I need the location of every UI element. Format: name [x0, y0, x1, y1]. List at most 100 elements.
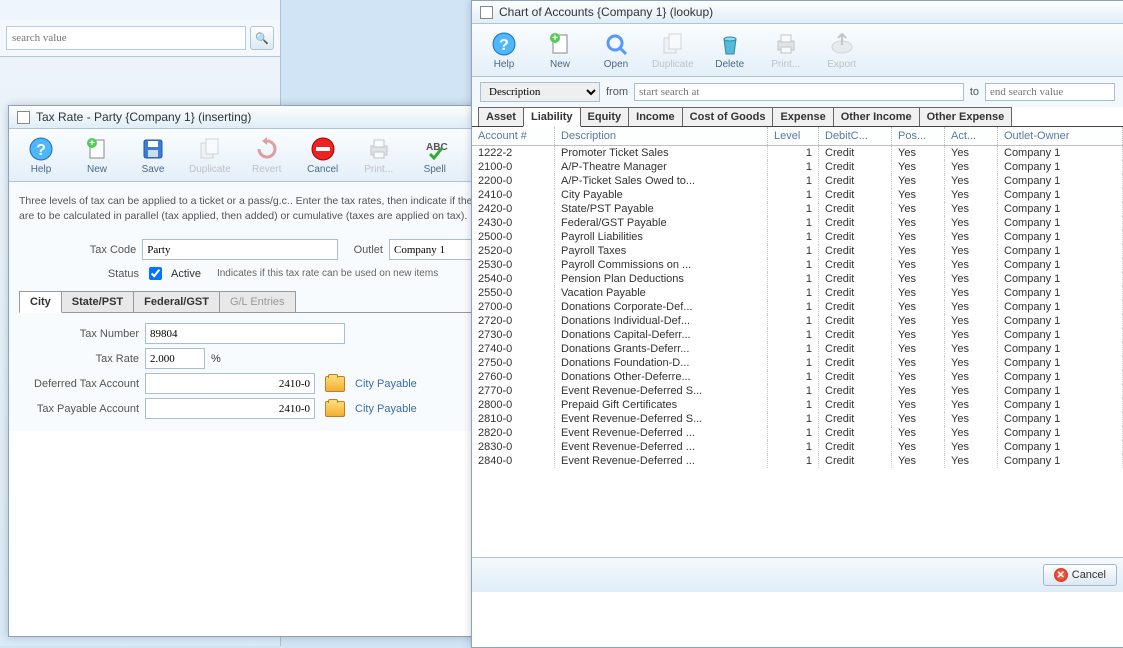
- svg-text:+: +: [552, 33, 558, 44]
- tab-cost-of-goods[interactable]: Cost of Goods: [682, 107, 774, 126]
- table-row[interactable]: 2830-0Event Revenue-Deferred ...1CreditY…: [472, 440, 1123, 454]
- coa-title: Chart of Accounts {Company 1} (lookup): [499, 5, 713, 19]
- print--button: Print...: [355, 133, 403, 177]
- payable-input[interactable]: [145, 398, 315, 419]
- help-button[interactable]: ?Help: [480, 28, 528, 72]
- to-label: to: [970, 86, 979, 98]
- tab-city[interactable]: City: [19, 291, 62, 313]
- folder-icon[interactable]: [325, 401, 345, 417]
- tax-number-input[interactable]: [145, 323, 345, 344]
- duplicate-button: Duplicate: [185, 133, 235, 177]
- percent-label: %: [211, 353, 221, 365]
- table-row[interactable]: 2720-0Donations Individual-Def...1Credit…: [472, 314, 1123, 328]
- table-row[interactable]: 2530-0Payroll Commissions on ...1CreditY…: [472, 258, 1123, 272]
- table-row[interactable]: 2100-0A/P-Theatre Manager1CreditYesYesCo…: [472, 160, 1123, 174]
- table-row[interactable]: 2800-0Prepaid Gift Certificates1CreditYe…: [472, 398, 1123, 412]
- deferred-input[interactable]: [145, 373, 315, 394]
- account-grid[interactable]: Account #DescriptionLevelDebitC...Pos...…: [472, 127, 1123, 557]
- tax-code-label: Tax Code: [19, 244, 136, 256]
- svg-text:?: ?: [36, 142, 46, 159]
- new-button[interactable]: +New: [536, 28, 584, 72]
- col-header[interactable]: Outlet-Owner: [998, 127, 1123, 146]
- tax-rate-input[interactable]: [145, 348, 205, 369]
- tab-state-pst[interactable]: State/PST: [61, 291, 134, 312]
- delete-icon: [716, 30, 744, 58]
- duplicate-icon: [659, 30, 687, 58]
- new-button[interactable]: +New: [73, 133, 121, 177]
- open-icon: [602, 30, 630, 58]
- tab-g-l-entries[interactable]: G/L Entries: [219, 291, 296, 312]
- from-label: from: [606, 86, 628, 98]
- table-row[interactable]: 1222-2Promoter Ticket Sales1CreditYesYes…: [472, 146, 1123, 161]
- table-row[interactable]: 2430-0Federal/GST Payable1CreditYesYesCo…: [472, 216, 1123, 230]
- table-row[interactable]: 2810-0Event Revenue-Deferred S...1Credit…: [472, 412, 1123, 426]
- to-input[interactable]: [985, 83, 1115, 101]
- tab-equity[interactable]: Equity: [580, 107, 630, 126]
- new-icon: +: [83, 135, 111, 163]
- duplicate-button: Duplicate: [648, 28, 698, 72]
- table-row[interactable]: 2730-0Donations Capital-Deferr...1Credit…: [472, 328, 1123, 342]
- table-row[interactable]: 2410-0City Payable1CreditYesYesCompany 1: [472, 188, 1123, 202]
- from-input[interactable]: [634, 83, 964, 101]
- tax-hint: Three levels of tax can be applied to a …: [19, 190, 489, 235]
- spell-icon: ABC: [421, 135, 449, 163]
- table-row[interactable]: 2420-0State/PST Payable1CreditYesYesComp…: [472, 202, 1123, 216]
- status-label: Status: [19, 268, 139, 280]
- table-row[interactable]: 2840-0Event Revenue-Deferred ...1CreditY…: [472, 454, 1123, 468]
- col-header[interactable]: DebitC...: [819, 127, 892, 146]
- col-header[interactable]: Pos...: [892, 127, 945, 146]
- titlebar-checkbox[interactable]: [17, 111, 30, 124]
- table-row[interactable]: 2770-0Event Revenue-Deferred S...1Credit…: [472, 384, 1123, 398]
- col-header[interactable]: Description: [555, 127, 768, 146]
- tax-titlebar[interactable]: Tax Rate - Party {Company 1} (inserting): [9, 106, 499, 129]
- cancel-button[interactable]: ✕Cancel: [1043, 564, 1117, 586]
- export-button: Export: [818, 28, 866, 72]
- active-checkbox[interactable]: [149, 267, 162, 280]
- bg-search-row: 🔍: [0, 20, 280, 57]
- revert-icon: [253, 135, 281, 163]
- titlebar-checkbox[interactable]: [480, 6, 493, 19]
- bg-search-button[interactable]: 🔍: [250, 26, 274, 50]
- tax-code-input[interactable]: [142, 239, 338, 260]
- deferred-link[interactable]: City Payable: [355, 378, 417, 390]
- duplicate-icon: [196, 135, 224, 163]
- folder-icon[interactable]: [325, 376, 345, 392]
- tab-expense[interactable]: Expense: [772, 107, 833, 126]
- table-row[interactable]: 2520-0Payroll Taxes1CreditYesYesCompany …: [472, 244, 1123, 258]
- tab-other-income[interactable]: Other Income: [833, 107, 920, 126]
- col-header[interactable]: Level: [768, 127, 819, 146]
- col-header[interactable]: Account #: [472, 127, 555, 146]
- table-row[interactable]: 2740-0Donations Grants-Deferr...1CreditY…: [472, 342, 1123, 356]
- desc-select[interactable]: Description: [480, 82, 600, 102]
- save-button[interactable]: Save: [129, 133, 177, 177]
- tab-other-expense[interactable]: Other Expense: [919, 107, 1013, 126]
- tab-asset[interactable]: Asset: [478, 107, 524, 126]
- help-button[interactable]: ?Help: [17, 133, 65, 177]
- spell-button[interactable]: ABCSpell: [411, 133, 459, 177]
- table-row[interactable]: 2550-0Vacation Payable1CreditYesYesCompa…: [472, 286, 1123, 300]
- account-tabs: AssetLiabilityEquityIncomeCost of GoodsE…: [472, 107, 1123, 127]
- coa-window: Chart of Accounts {Company 1} (lookup) ?…: [471, 0, 1123, 648]
- bg-search-input[interactable]: [6, 26, 246, 50]
- col-header[interactable]: Act...: [945, 127, 998, 146]
- open-button[interactable]: Open: [592, 28, 640, 72]
- print--icon: [772, 30, 800, 58]
- tab-federal-gst[interactable]: Federal/GST: [133, 291, 220, 312]
- coa-titlebar[interactable]: Chart of Accounts {Company 1} (lookup): [472, 1, 1123, 24]
- revert-button: Revert: [243, 133, 291, 177]
- table-row[interactable]: 2700-0Donations Corporate-Def...1CreditY…: [472, 300, 1123, 314]
- print--icon: [365, 135, 393, 163]
- payable-link[interactable]: City Payable: [355, 403, 417, 415]
- tab-income[interactable]: Income: [628, 107, 683, 126]
- table-row[interactable]: 2200-0A/P-Ticket Sales Owed to...1Credit…: [472, 174, 1123, 188]
- delete-button[interactable]: Delete: [706, 28, 754, 72]
- table-row[interactable]: 2540-0Pension Plan Deductions1CreditYesY…: [472, 272, 1123, 286]
- table-row[interactable]: 2500-0Payroll Liabilities1CreditYesYesCo…: [472, 230, 1123, 244]
- table-row[interactable]: 2820-0Event Revenue-Deferred ...1CreditY…: [472, 426, 1123, 440]
- tab-liability[interactable]: Liability: [523, 107, 581, 127]
- help-icon: ?: [27, 135, 55, 163]
- table-row[interactable]: 2750-0Donations Foundation-D...1CreditYe…: [472, 356, 1123, 370]
- close-icon: ✕: [1054, 568, 1068, 582]
- table-row[interactable]: 2760-0Donations Other-Deferre...1CreditY…: [472, 370, 1123, 384]
- cancel-button[interactable]: Cancel: [299, 133, 347, 177]
